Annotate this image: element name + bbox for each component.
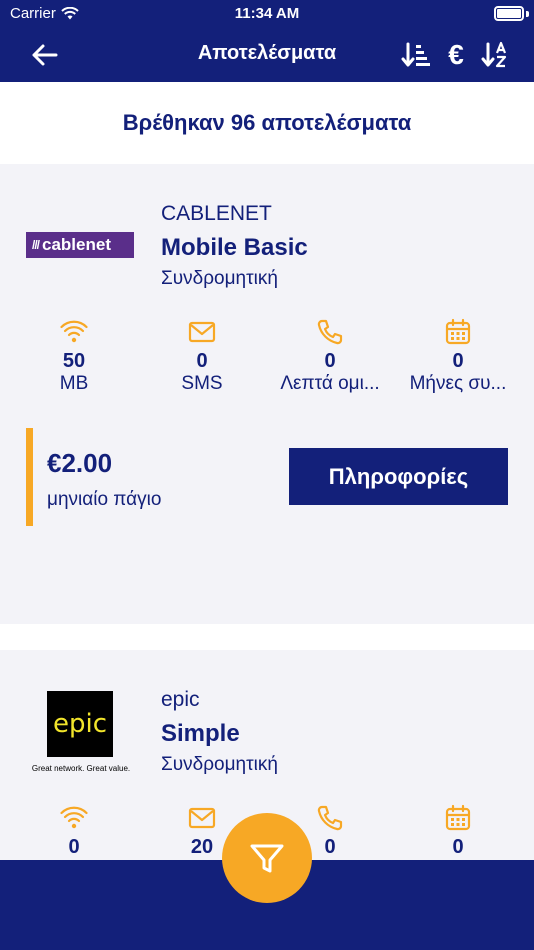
battery-icon [494, 6, 524, 21]
results-count-text: Βρέθηκαν 96 αποτελέσματα [122, 110, 412, 135]
results-summary: Βρέθηκαν 96 αποτελέσματα [0, 82, 534, 164]
info-button[interactable]: Πληροφορίες [289, 448, 508, 505]
feature-value: 0 [324, 350, 336, 372]
envelope-icon [188, 807, 216, 829]
feature-value: 0 [452, 836, 464, 858]
status-bar: Carrier 11:34 AM [0, 0, 534, 28]
provider-name: CABLENET [161, 202, 272, 225]
feature-label: MB [59, 373, 89, 394]
sort-by-price-button[interactable]: € [440, 38, 472, 72]
plan-name: Simple [161, 720, 240, 747]
phone-icon [317, 805, 343, 831]
price-label: μηνιαίο πάγιο [47, 489, 162, 510]
logo-slashes: /// [32, 238, 40, 252]
nav-actions: € [400, 38, 512, 72]
plan-card[interactable]: ///cablenet CABLENET Mobile Basic Συνδρο… [0, 164, 534, 624]
feature-value: 0 [68, 836, 80, 858]
epic-logo: epic [47, 691, 113, 757]
feature-value: 0 [196, 350, 208, 372]
sort-by-rank-button[interactable] [400, 38, 432, 72]
plan-type: Συνδρομητική [161, 754, 278, 775]
calendar-icon [445, 804, 471, 831]
card-separator [0, 624, 534, 650]
feature-label: SMS [181, 373, 223, 394]
logo-tagline: Great network. Great value. [31, 764, 131, 773]
sort-alphabetical-icon [481, 41, 507, 68]
euro-icon: € [448, 39, 464, 70]
battery-cap [526, 11, 529, 17]
feature-label: Μήνες συ... [409, 373, 507, 394]
feature-minutes: 0 Λεπτά ομι... [266, 318, 394, 395]
sort-alphabetical-button[interactable] [480, 38, 512, 72]
sort-by-rank-icon [401, 42, 430, 67]
wifi-icon [60, 320, 88, 343]
feature-contract-months: 0 Μήνες συ... [394, 318, 522, 395]
monthly-price: €2.00 [47, 448, 113, 478]
envelope-icon [188, 321, 216, 343]
provider-name: epic [161, 688, 200, 711]
plan-features: 50 MB 0 SMS 0 Λεπτά ομι... 0 Μήνες συ... [0, 318, 534, 395]
calendar-icon [445, 318, 471, 345]
cablenet-logo: ///cablenet [26, 232, 134, 258]
status-time: 11:34 AM [234, 5, 300, 22]
logo-text: cablenet [42, 235, 111, 254]
feature-data: 50 MB [10, 318, 138, 395]
feature-label: Λεπτά ομι... [280, 373, 380, 394]
feature-sms: 0 SMS [138, 318, 266, 395]
phone-icon [317, 319, 343, 345]
feature-value: 0 [452, 350, 464, 372]
filter-button[interactable] [222, 813, 312, 903]
navigation-bar: Αποτελέσματα € [0, 28, 534, 82]
feature-data: 0 [10, 804, 138, 859]
filter-icon [250, 844, 284, 873]
price-accent-bar [26, 428, 33, 526]
wifi-icon [60, 806, 88, 829]
feature-value: 50 [62, 350, 86, 372]
logo-text: epic [52, 709, 108, 739]
plan-name: Mobile Basic [161, 234, 308, 261]
feature-contract-months: 0 [394, 804, 522, 859]
plan-type: Συνδρομητική [161, 268, 278, 289]
